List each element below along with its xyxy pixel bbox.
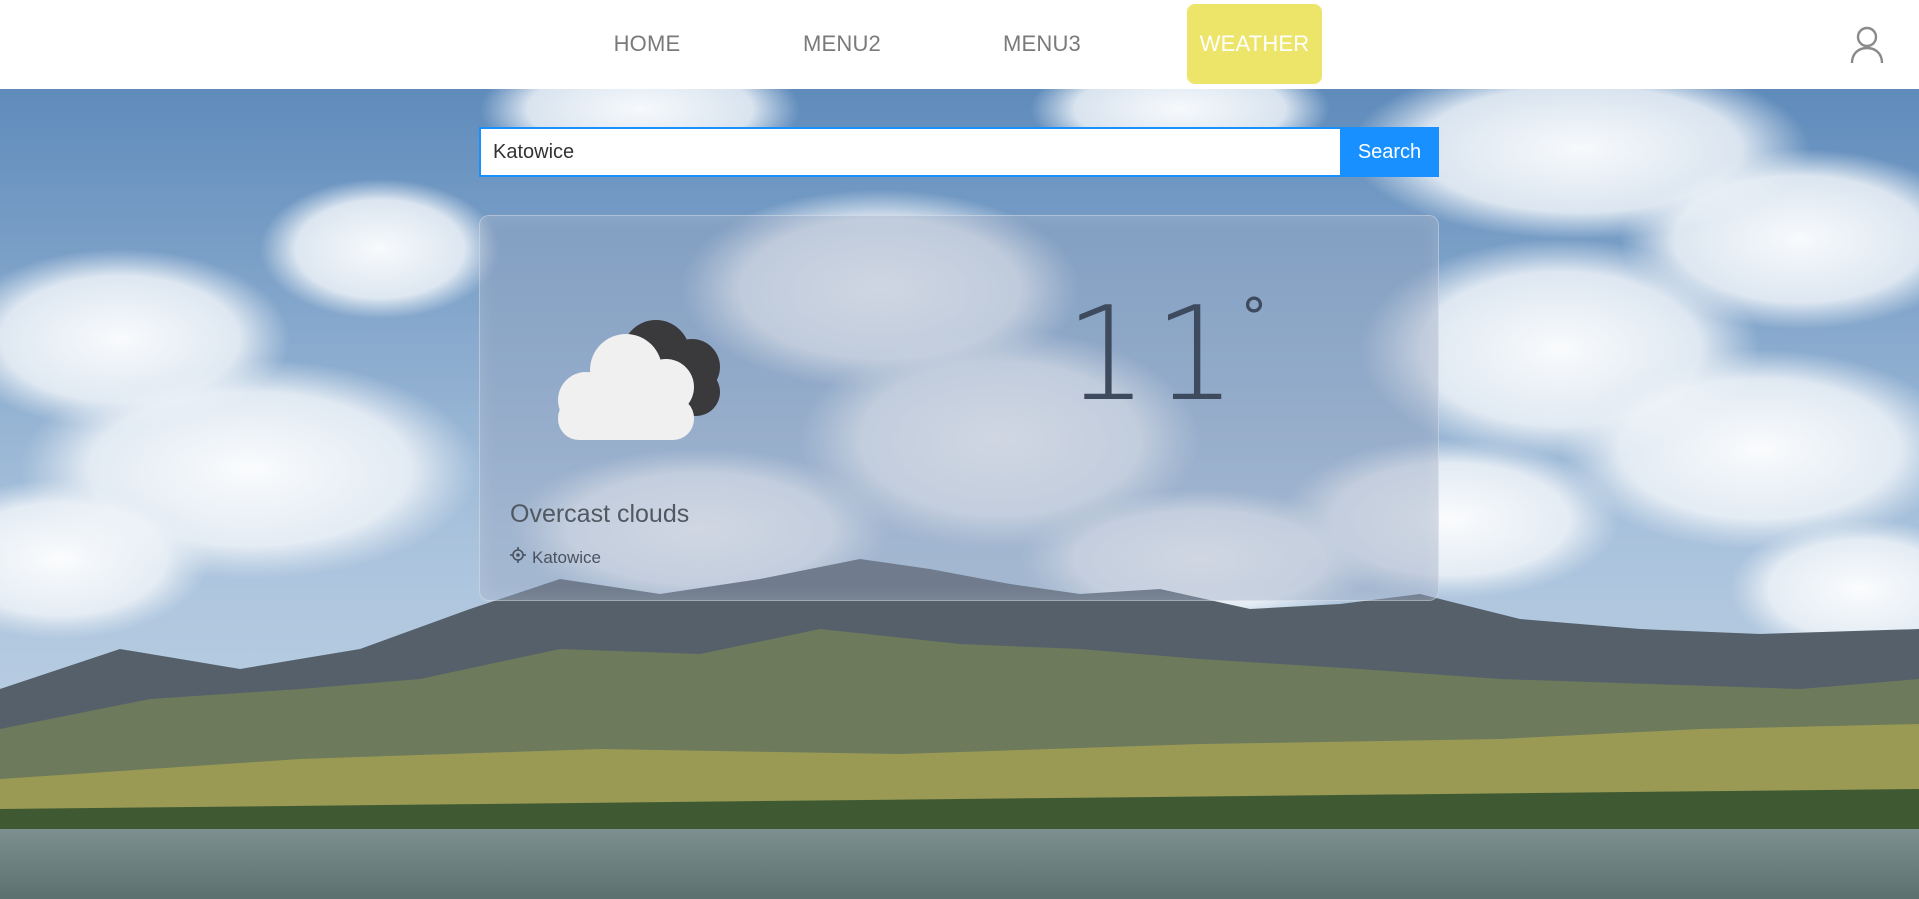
- search-button[interactable]: Search: [1340, 127, 1439, 177]
- nav-menu3[interactable]: MENU3: [990, 4, 1094, 84]
- location-name: Katowice: [532, 547, 601, 567]
- nav-home[interactable]: HOME: [600, 4, 694, 84]
- overcast-clouds-icon: [546, 312, 730, 442]
- temperature-display: 11 °: [1065, 278, 1267, 430]
- user-icon[interactable]: [1849, 25, 1885, 65]
- degree-symbol: °: [1241, 288, 1267, 348]
- location-crosshair-icon: [510, 547, 532, 568]
- search-bar: Search: [479, 127, 1439, 177]
- search-input[interactable]: [479, 127, 1340, 177]
- weather-description: Overcast clouds: [510, 500, 690, 528]
- location-row: Katowice: [510, 547, 601, 568]
- nav-menu2[interactable]: MENU2: [790, 4, 894, 84]
- temperature-value: 11: [1065, 278, 1243, 430]
- top-navigation-bar: HOME MENU2 MENU3 WEATHER: [0, 0, 1919, 89]
- nav-weather-active[interactable]: WEATHER: [1187, 4, 1322, 84]
- weather-card: 11 ° Overcast clouds Katowice: [479, 215, 1439, 601]
